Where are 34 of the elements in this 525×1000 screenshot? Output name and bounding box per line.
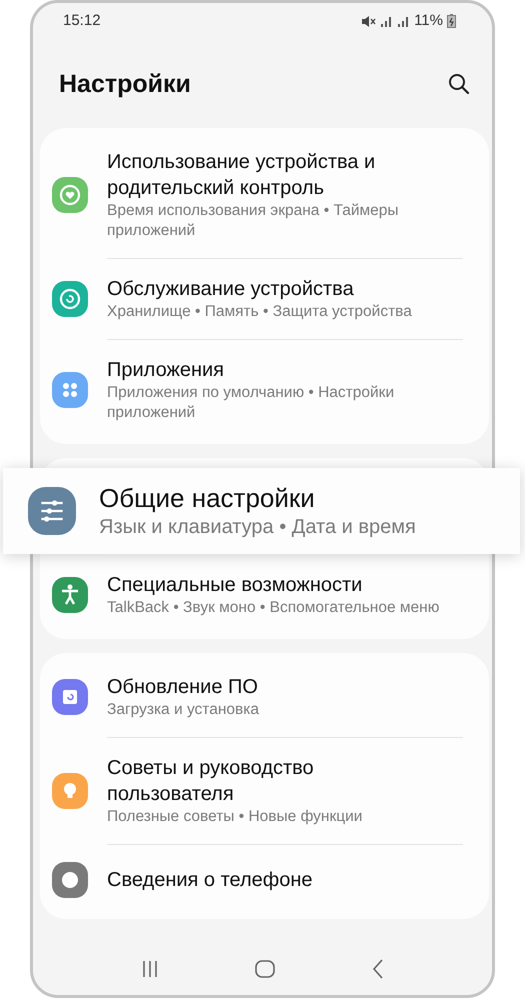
battery-percent: 11% bbox=[414, 10, 443, 31]
recent-apps-icon[interactable] bbox=[141, 960, 160, 978]
item-title: Специальные возможности bbox=[107, 573, 364, 598]
settings-item[interactable]: Обновление ПО Загрузка и установка bbox=[40, 657, 489, 737]
home-icon[interactable] bbox=[255, 960, 276, 978]
settings-item[interactable]: Обслуживание устройства Хранилище • Память • Защита устройства bbox=[40, 259, 489, 339]
search-icon[interactable] bbox=[448, 72, 470, 94]
settings-item[interactable]: Советы и руководство пользователя Полезные советы • Новые функции bbox=[40, 738, 489, 844]
item-subtitle: Хранилище • Память • Защита устройства bbox=[107, 302, 412, 322]
settings-item[interactable]: Приложения Приложения по умолчанию • Настройки приложений bbox=[40, 340, 489, 440]
battery-icon bbox=[447, 14, 456, 28]
item-title: Использование устройства и родительский контроль bbox=[107, 150, 376, 201]
signal-icon bbox=[397, 14, 410, 28]
item-title: Обслуживание устройства bbox=[107, 277, 355, 302]
item-subtitle: Время использования экрана • Таймеры приложений bbox=[107, 201, 400, 241]
item-title: Приложения bbox=[107, 358, 226, 383]
item-subtitle: Язык и клавиатура • Дата и время bbox=[99, 515, 416, 540]
item-title: Сведения о телефоне bbox=[107, 868, 313, 893]
item-subtitle: Загрузка и установка bbox=[107, 700, 259, 720]
settings-item[interactable]: Использование устройства и родительский контроль Время использования экрана • Таймеры приложений bbox=[40, 132, 489, 258]
page-title: Настройки bbox=[59, 68, 191, 98]
settings-item[interactable]: Специальные возможности TalkBack • Звук моно • Вспомогательное меню bbox=[40, 555, 489, 635]
status-time: 15:12 bbox=[63, 10, 101, 31]
settings-item[interactable]: Сведения о телефоне bbox=[40, 845, 489, 915]
item-subtitle: TalkBack • Звук моно • Вспомогательное меню bbox=[107, 598, 440, 618]
item-title: Советы и руководство пользователя bbox=[107, 756, 315, 807]
item-title: Обновление ПО bbox=[107, 675, 259, 700]
signal-icon bbox=[380, 14, 394, 28]
item-title: Общие настройки bbox=[99, 482, 316, 514]
item-subtitle: Полезные советы • Новые функции bbox=[107, 807, 364, 827]
item-subtitle: Приложения по умолчанию • Настройки приложений bbox=[107, 383, 396, 423]
mute-icon bbox=[361, 14, 376, 28]
settings-item[interactable]: Общие настройки Язык и клавиатура • Дата и время bbox=[3, 468, 520, 554]
back-icon[interactable] bbox=[372, 959, 384, 979]
